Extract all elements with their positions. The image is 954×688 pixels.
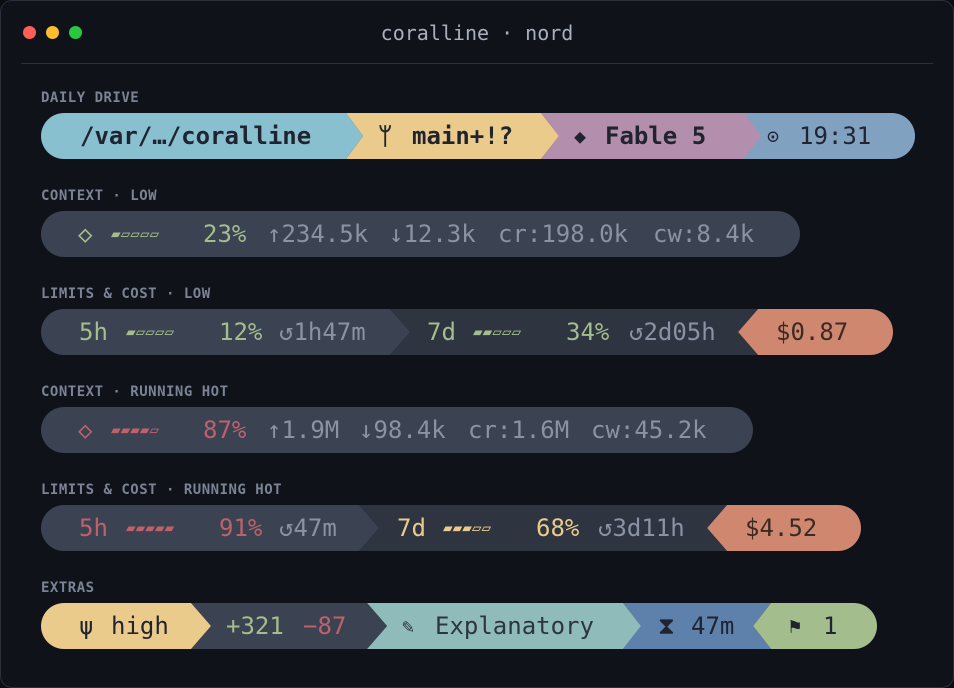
section-label-extras: EXTRAS: [41, 580, 95, 596]
git-branch-icon: ᛘ: [378, 122, 393, 150]
weekly-meter: ▰▰▱▱▱: [473, 322, 522, 341]
context-hot-percent: 87%: [203, 416, 247, 444]
cache-read: cr:198.0k: [498, 220, 629, 248]
title-bar: coralline · nord: [21, 1, 933, 64]
pencil-icon: ✎: [402, 614, 415, 638]
context-hot-diamond-icon: ◇: [78, 416, 93, 444]
lines-added: +321: [226, 612, 284, 640]
tokens-out: ↓12.3k: [389, 220, 476, 248]
clock-icon: ⊙: [767, 124, 780, 148]
section-label-limits-hot: LIMITS & COST · RUNNING HOT: [41, 482, 283, 498]
weekly-hot-window: 7d: [397, 514, 426, 542]
context-percent: 23%: [203, 220, 247, 248]
session-timer: 47m: [691, 612, 735, 640]
section-label-limits-low: LIMITS & COST · LOW: [41, 286, 211, 302]
cache-write-hot: cw:45.2k: [591, 416, 707, 444]
cwd-path: /var/…/coralline: [80, 122, 312, 150]
tokens-in-hot: ↑1.9M: [267, 416, 340, 444]
session-hot-reset: ↺47m: [279, 514, 337, 542]
cache-read-hot: cr:1.6M: [468, 416, 570, 444]
hourglass-icon: ⧗: [658, 612, 675, 640]
terminal-window: coralline · nord DAILY DRIVE /var/…/cora…: [0, 0, 954, 688]
tokens-in: ↑234.5k: [267, 220, 369, 248]
session-hot-percent: 91%: [219, 514, 263, 542]
statusline-daily-drive: /var/…/coralline ᛘ main+!? ◆ Fable 5 ⊙ 1…: [41, 113, 915, 159]
window-title: coralline · nord: [380, 21, 574, 45]
weekly-hot-percent: 68%: [536, 514, 580, 542]
cost-value: $0.87: [776, 318, 849, 346]
context-meter: ▰▱▱▱▱: [111, 224, 160, 243]
weekly-percent: 34%: [566, 318, 610, 346]
session-meter: ▰▱▱▱▱: [126, 322, 175, 341]
statusline-context-low: ◇ ▰▱▱▱▱ 23% ↑234.5k ↓12.3k cr:198.0k cw:…: [41, 211, 800, 257]
output-style: Explanatory: [435, 612, 594, 640]
flag-count: 1: [823, 612, 838, 640]
weekly-hot-reset: ↺3d11h: [598, 514, 685, 542]
model-name: Fable 5: [605, 122, 707, 150]
psi-icon: ψ: [79, 612, 94, 640]
session-hot-meter: ▰▰▰▰▰: [126, 518, 175, 537]
effort-level: high: [111, 612, 169, 640]
session-percent: 12%: [219, 318, 263, 346]
statusline-limits-hot: 5h ▰▰▰▰▰ 91% ↺47m 7d ▰▰▰▱▱ 68% ↺3d11h $4…: [41, 505, 861, 551]
session-hot-window: 5h: [79, 514, 108, 542]
lines-removed: −87: [303, 612, 347, 640]
weekly-reset: ↺2d05h: [629, 318, 716, 346]
section-label-context-hot: CONTEXT · RUNNING HOT: [41, 384, 229, 400]
git-branch: main+!?: [412, 122, 514, 150]
cost-hot-value: $4.52: [745, 514, 818, 542]
statusline-context-hot: ◇ ▰▰▰▰▱ 87% ↑1.9M ↓98.4k cr:1.6M cw:45.2…: [41, 407, 753, 453]
flags-segment-bg: [753, 603, 877, 649]
session-window: 5h: [79, 318, 108, 346]
diff-segment-bg: [191, 603, 387, 649]
flag-icon: ⚑: [789, 614, 802, 638]
context-diamond-icon: ◇: [78, 220, 93, 248]
cache-write: cw:8.4k: [653, 220, 755, 248]
section-label-daily-drive: DAILY DRIVE: [41, 90, 140, 106]
diamond-icon: ◆: [574, 124, 587, 148]
section-label-context-low: CONTEXT · LOW: [41, 188, 158, 204]
statusline-limits-low: 5h ▰▱▱▱▱ 12% ↺1h47m 7d ▰▰▱▱▱ 34% ↺2d05h …: [41, 309, 893, 355]
context-hot-meter: ▰▰▰▰▱: [111, 420, 160, 439]
weekly-hot-meter: ▰▰▰▱▱: [443, 518, 492, 537]
tokens-out-hot: ↓98.4k: [359, 416, 446, 444]
weekly-window: 7d: [427, 318, 456, 346]
statusline-extras: ψ high +321 −87 ✎ Explanatory ⧗ 47m ⚑ 1: [41, 603, 877, 649]
clock-time: 19:31: [799, 122, 872, 150]
session-reset: ↺1h47m: [279, 318, 366, 346]
